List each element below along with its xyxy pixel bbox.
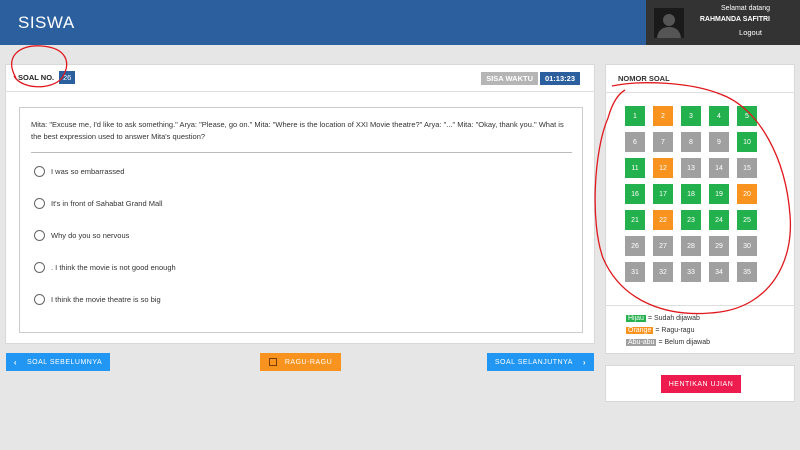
legend-doubt: Orange = Ragu-ragu	[626, 327, 694, 334]
answer-option-c[interactable]: Why do you so nervous	[34, 228, 129, 242]
previous-question-button[interactable]: ‹ SOAL SEBELUMNYA	[6, 353, 110, 371]
question-number-30[interactable]: 30	[737, 236, 757, 256]
chevron-right-icon: ›	[582, 357, 587, 367]
user-name: RAHMANDA SAFITRI	[699, 16, 770, 23]
checkbox-icon	[268, 358, 277, 366]
legend-text: = Belum dijawab	[658, 339, 711, 346]
timer-label: SISA WAKTU	[481, 72, 538, 85]
top-bar: SISWA Selamat datang RAHMANDA SAFITRI Lo…	[0, 0, 800, 45]
answer-option-b[interactable]: It's in front of Sahabat Grand Mall	[34, 196, 163, 210]
legend-tag-empty: Abu-abu	[626, 339, 657, 346]
question-number-9[interactable]: 9	[709, 132, 729, 152]
divider	[606, 305, 794, 306]
question-number-24[interactable]: 24	[709, 210, 729, 230]
answer-option-e[interactable]: I think the movie theatre is so big	[34, 292, 161, 306]
radio-button[interactable]	[34, 165, 45, 177]
divider	[31, 152, 572, 153]
question-number-22[interactable]: 22	[653, 210, 673, 230]
legend-answered: Hijau = Sudah dijawab	[626, 315, 700, 322]
question-text: Mita: "Excuse me, I'd like to ask someth…	[31, 120, 564, 141]
radio-button[interactable]	[34, 229, 45, 241]
question-number-10[interactable]: 10	[737, 132, 757, 152]
radio-button[interactable]	[34, 293, 45, 305]
question-number-8[interactable]: 8	[681, 132, 701, 152]
question-number-7[interactable]: 7	[653, 132, 673, 152]
question-number-label: SOAL NO.	[18, 73, 55, 82]
option-text: I think the movie theatre is so big	[51, 294, 161, 304]
divider	[606, 92, 794, 93]
doubt-button-label: RAGU-RAGU	[284, 358, 333, 366]
previous-button-label: SOAL SEBELUMNYA	[26, 358, 103, 366]
logout-link[interactable]: Logout	[739, 28, 762, 37]
greeting-text: Selamat datang	[720, 5, 770, 12]
user-box: Selamat datang RAHMANDA SAFITRI Logout	[646, 0, 800, 45]
question-number-31[interactable]: 31	[625, 262, 645, 282]
question-number-5[interactable]: 5	[737, 106, 757, 126]
question-header: SOAL NO. 26 SISA WAKTU 01:13:23	[6, 65, 594, 92]
question-box: Mita: "Excuse me, I'd like to ask someth…	[19, 107, 583, 333]
doubt-button[interactable]: RAGU-RAGU	[260, 353, 341, 371]
question-number-17[interactable]: 17	[653, 184, 673, 204]
chevron-left-icon: ‹	[13, 357, 17, 367]
option-text: . I think the movie is not good enough	[51, 262, 176, 272]
radio-button[interactable]	[34, 261, 45, 273]
question-number-23[interactable]: 23	[681, 210, 701, 230]
question-number-6[interactable]: 6	[625, 132, 645, 152]
question-number-16[interactable]: 16	[625, 184, 645, 204]
question-number-27[interactable]: 27	[653, 236, 673, 256]
question-number-13[interactable]: 13	[681, 158, 701, 178]
question-number-35[interactable]: 35	[737, 262, 757, 282]
question-number-14[interactable]: 14	[709, 158, 729, 178]
question-number-15[interactable]: 15	[737, 158, 757, 178]
question-number-18[interactable]: 18	[681, 184, 701, 204]
answer-option-d[interactable]: . I think the movie is not good enough	[34, 260, 176, 274]
question-number-20[interactable]: 20	[737, 184, 757, 204]
next-button-label: SOAL SELANJUTNYA	[494, 358, 573, 366]
stop-exam-button[interactable]: HENTIKAN UJIAN	[661, 375, 741, 393]
question-number-21[interactable]: 21	[625, 210, 645, 230]
legend-tag-doubt: Orange	[626, 327, 654, 334]
option-text: Why do you so nervous	[51, 230, 130, 240]
next-question-button[interactable]: SOAL SELANJUTNYA ›	[487, 353, 594, 371]
legend-tag-answered: Hijau	[626, 315, 646, 322]
legend-empty: Abu-abu = Belum dijawab	[626, 339, 710, 346]
question-number-34[interactable]: 34	[709, 262, 729, 282]
question-number-19[interactable]: 19	[709, 184, 729, 204]
question-number-panel: NOMOR SOAL 1 2 3 4 5 6 7 8 9 10 11 12 13 14 15 16 17 18 19…	[605, 64, 795, 354]
answer-option-a[interactable]: I was so embarrassed	[34, 164, 124, 178]
question-number-28[interactable]: 28	[681, 236, 701, 256]
question-number-29[interactable]: 29	[709, 236, 729, 256]
avatar	[654, 8, 684, 38]
timer-value: 01:13:23	[539, 72, 580, 85]
question-number-4[interactable]: 4	[709, 106, 729, 126]
question-number-2[interactable]: 2	[653, 106, 673, 126]
question-number-11[interactable]: 11	[625, 158, 645, 178]
option-text: I was so embarrassed	[51, 166, 125, 176]
question-number-26[interactable]: 26	[625, 236, 645, 256]
option-text: It's in front of Sahabat Grand Mall	[51, 198, 163, 208]
stop-exam-panel: HENTIKAN UJIAN	[605, 365, 795, 402]
question-panel: SOAL NO. 26 SISA WAKTU 01:13:23 Mita: "E…	[5, 64, 595, 344]
legend-text: = Sudah dijawab	[647, 315, 700, 322]
question-number-32[interactable]: 32	[653, 262, 673, 282]
number-panel-title: NOMOR SOAL	[618, 74, 670, 83]
app-title: SISWA	[18, 13, 75, 32]
question-number-12[interactable]: 12	[653, 158, 673, 178]
question-number-3[interactable]: 3	[681, 106, 701, 126]
question-number-33[interactable]: 33	[681, 262, 701, 282]
user-silhouette-icon	[654, 8, 684, 38]
question-number-badge: 26	[59, 71, 76, 84]
legend-text: = Ragu-ragu	[655, 327, 695, 334]
question-number-25[interactable]: 25	[737, 210, 757, 230]
question-number-1[interactable]: 1	[625, 106, 645, 126]
radio-button[interactable]	[34, 197, 45, 209]
